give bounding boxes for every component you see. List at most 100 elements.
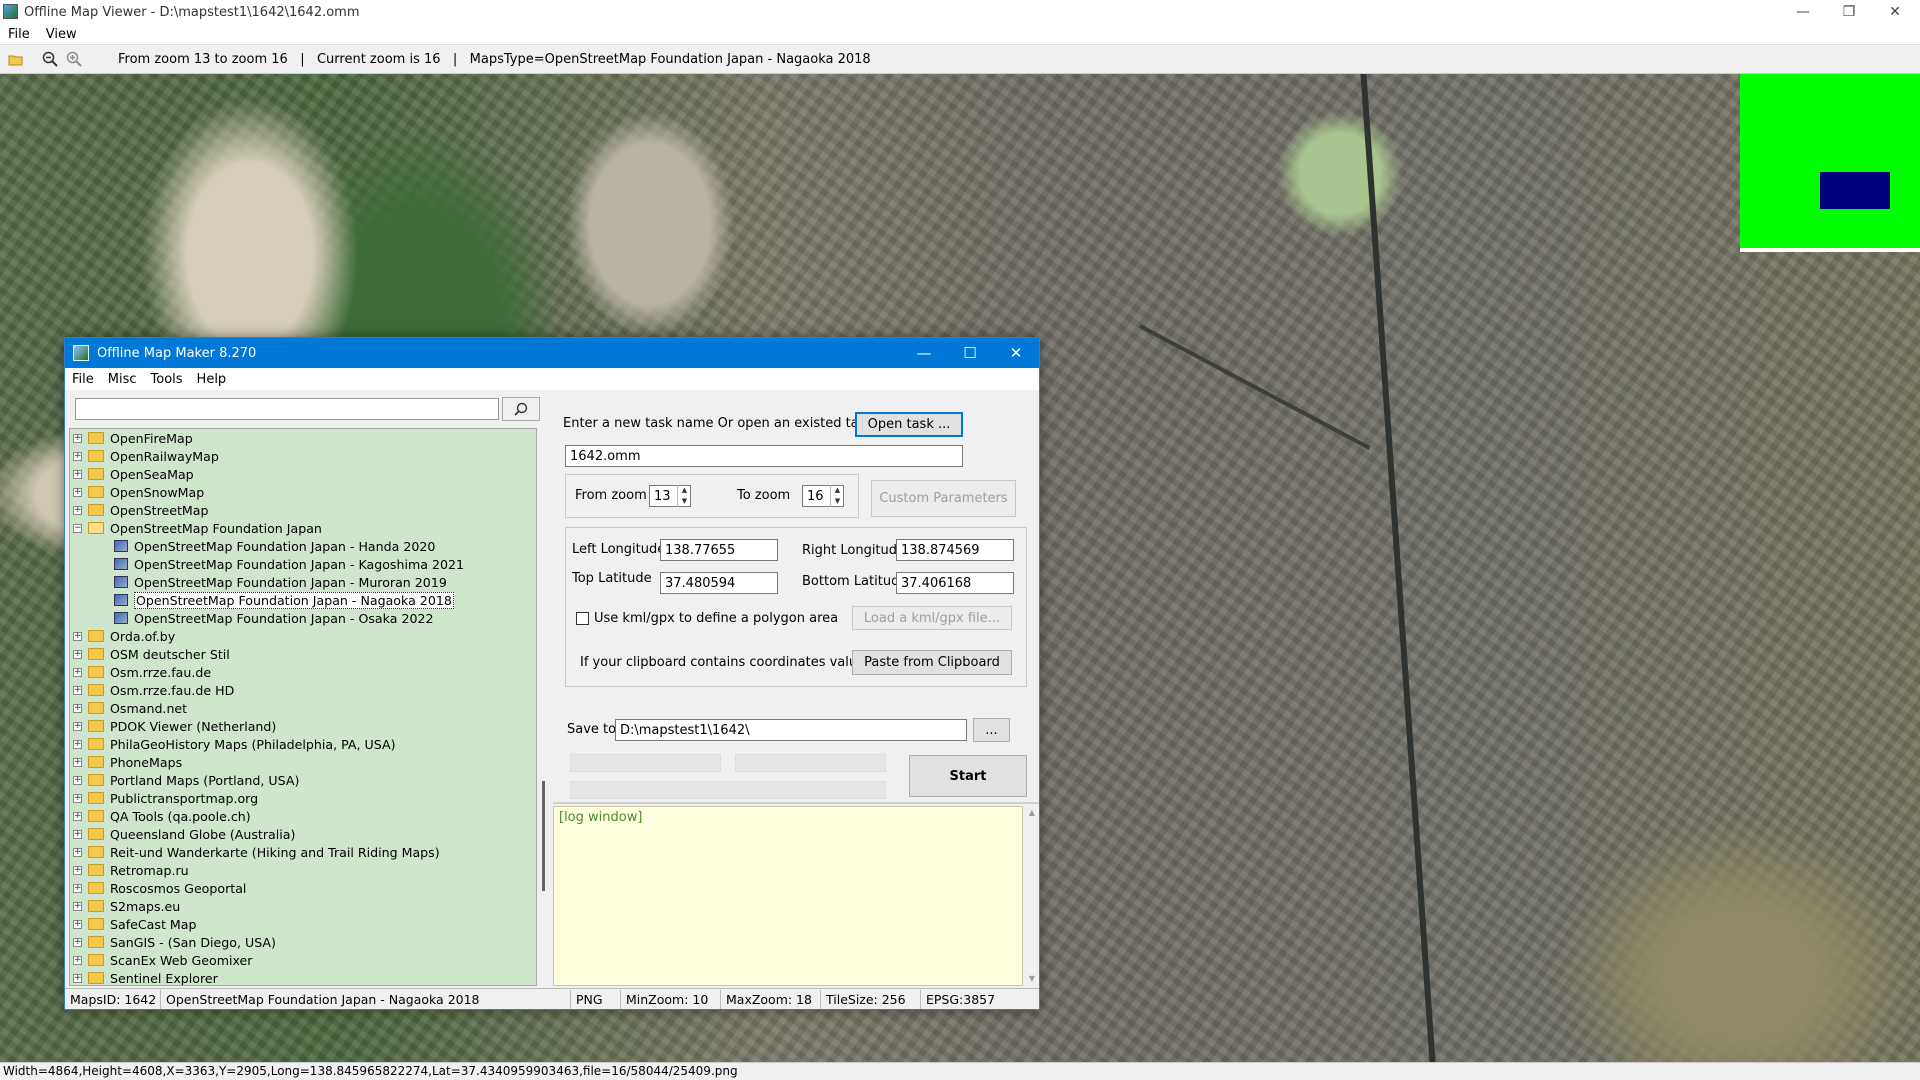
tree-item[interactable]: + OpenSnowMap [70,483,536,501]
tree-item[interactable]: + OSM deutscher Stil [70,645,536,663]
kml-checkbox[interactable] [576,612,589,625]
expand-icon[interactable]: + [73,919,82,929]
tree-scrollbar[interactable] [538,428,552,986]
tree-item[interactable]: + SanGIS - (San Diego, USA) [70,933,536,951]
tree-item[interactable]: + Queensland Globe (Australia) [70,825,536,843]
top-latitude-field[interactable]: 37.480594 [660,572,778,594]
menu-view[interactable]: View [38,27,85,42]
tree-item[interactable]: + OpenStreetMap [70,501,536,519]
dialog-menu-file[interactable]: File [65,372,101,387]
dialog-menu-help[interactable]: Help [190,372,234,387]
tree-child-item[interactable]: OpenStreetMap Foundation Japan - Muroran… [70,573,536,591]
expand-icon[interactable]: + [73,433,82,443]
expand-icon[interactable]: + [73,775,82,785]
minimap-viewport[interactable] [1820,172,1890,209]
expand-icon[interactable]: + [73,937,82,947]
collapse-icon[interactable]: − [73,523,82,533]
map-search-input[interactable] [75,398,499,420]
dialog-menu-tools[interactable]: Tools [144,372,190,387]
tree-item[interactable]: − OpenStreetMap Foundation Japan [70,519,536,537]
zoom-out-icon[interactable] [40,49,60,69]
tree-child-item[interactable]: OpenStreetMap Foundation Japan - Handa 2… [70,537,536,555]
kml-checkbox-label: Use kml/gpx to define a polygon area [594,611,839,626]
tree-item[interactable]: + Osm.rrze.fau.de HD [70,681,536,699]
expand-icon[interactable]: + [73,811,82,821]
from-zoom-spin[interactable]: ▲ ▼ [677,485,691,507]
log-scrollbar[interactable]: ▲ ▼ [1025,806,1039,986]
tree-item[interactable]: + Publictransportmap.org [70,789,536,807]
expand-icon[interactable]: + [73,955,82,965]
tree-child-item[interactable]: OpenStreetMap Foundation Japan - Osaka 2… [70,609,536,627]
maximize-button[interactable]: ❐ [1826,0,1872,24]
folder-icon [88,828,104,840]
tree-item[interactable]: + OpenRailwayMap [70,447,536,465]
task-name-field[interactable]: 1642.omm [565,445,963,467]
expand-icon[interactable]: + [73,703,82,713]
expand-icon[interactable]: + [73,631,82,641]
dialog-minimize-button[interactable]: — [901,338,947,368]
search-button[interactable] [502,397,540,421]
load-kml-button[interactable]: Load a kml/gpx file... [852,606,1012,630]
dialog-titlebar[interactable]: Offline Map Maker 8.270 — ☐ ✕ [65,338,1039,368]
map-source-tree[interactable]: + OpenFireMap + OpenRailwayMap + OpenSeaMap + O… [69,428,537,986]
dialog-maximize-button[interactable]: ☐ [947,338,993,368]
tree-item[interactable]: + Sentinel Explorer [70,969,536,985]
from-zoom-stepper[interactable]: 13 ▲ ▼ [649,485,691,507]
expand-icon[interactable]: + [73,973,82,983]
dialog-close-button[interactable]: ✕ [993,338,1039,368]
tree-item[interactable]: + OpenSeaMap [70,465,536,483]
tree-item[interactable]: + PhoneMaps [70,753,536,771]
paste-clipboard-button[interactable]: Paste from Clipboard [852,650,1012,675]
expand-icon[interactable]: + [73,649,82,659]
minimize-button[interactable]: — [1780,0,1826,24]
expand-icon[interactable]: + [73,829,82,839]
browse-button[interactable]: ... [973,718,1010,742]
dialog-menu-misc[interactable]: Misc [101,372,144,387]
tree-item[interactable]: + Retromap.ru [70,861,536,879]
tree-item[interactable]: + Portland Maps (Portland, USA) [70,771,536,789]
close-button[interactable]: ✕ [1872,0,1918,24]
right-longitude-field[interactable]: 138.874569 [896,539,1014,561]
expand-icon[interactable]: + [73,667,82,677]
tree-item[interactable]: + OpenFireMap [70,429,536,447]
tree-child-item[interactable]: OpenStreetMap Foundation Japan - Nagaoka… [70,591,536,609]
expand-icon[interactable]: + [73,865,82,875]
bottom-latitude-field[interactable]: 37.406168 [896,572,1014,594]
tree-item[interactable]: + Roscosmos Geoportal [70,879,536,897]
open-task-button[interactable]: Open task ... [855,412,963,437]
expand-icon[interactable]: + [73,757,82,767]
expand-icon[interactable]: + [73,739,82,749]
save-path-field[interactable]: D:\mapstest1\1642\ [615,719,967,741]
minimap[interactable] [1740,74,1920,252]
tree-item[interactable]: + Osmand.net [70,699,536,717]
tree-item[interactable]: + PDOK Viewer (Netherland) [70,717,536,735]
left-longitude-field[interactable]: 138.77655 [660,539,778,561]
start-button[interactable]: Start [909,755,1027,797]
custom-parameters-button[interactable]: Custom Parameters [871,480,1016,517]
tree-item[interactable]: + S2maps.eu [70,897,536,915]
tree-item[interactable]: + Reit-und Wanderkarte (Hiking and Trail … [70,843,536,861]
log-window[interactable]: [log window] [553,806,1023,986]
tree-child-item[interactable]: OpenStreetMap Foundation Japan - Kagoshi… [70,555,536,573]
to-zoom-spin[interactable]: ▲ ▼ [830,485,844,507]
tree-item[interactable]: + PhilaGeoHistory Maps (Philadelphia, PA,… [70,735,536,753]
expand-icon[interactable]: + [73,721,82,731]
tree-item[interactable]: + SafeCast Map [70,915,536,933]
expand-icon[interactable]: + [73,469,82,479]
expand-icon[interactable]: + [73,505,82,515]
to-zoom-stepper[interactable]: 16 ▲ ▼ [802,485,844,507]
tree-item[interactable]: + ScanEx Web Geomixer [70,951,536,969]
expand-icon[interactable]: + [73,901,82,911]
tree-item[interactable]: + QA Tools (qa.poole.ch) [70,807,536,825]
expand-icon[interactable]: + [73,487,82,497]
expand-icon[interactable]: + [73,451,82,461]
expand-icon[interactable]: + [73,883,82,893]
expand-icon[interactable]: + [73,685,82,695]
zoom-in-icon[interactable] [64,49,84,69]
tree-item[interactable]: + Osm.rrze.fau.de [70,663,536,681]
tree-item[interactable]: + Orda.of.by [70,627,536,645]
expand-icon[interactable]: + [73,847,82,857]
expand-icon[interactable]: + [73,793,82,803]
menu-file[interactable]: File [0,27,38,42]
folder-open-icon[interactable] [6,49,26,69]
